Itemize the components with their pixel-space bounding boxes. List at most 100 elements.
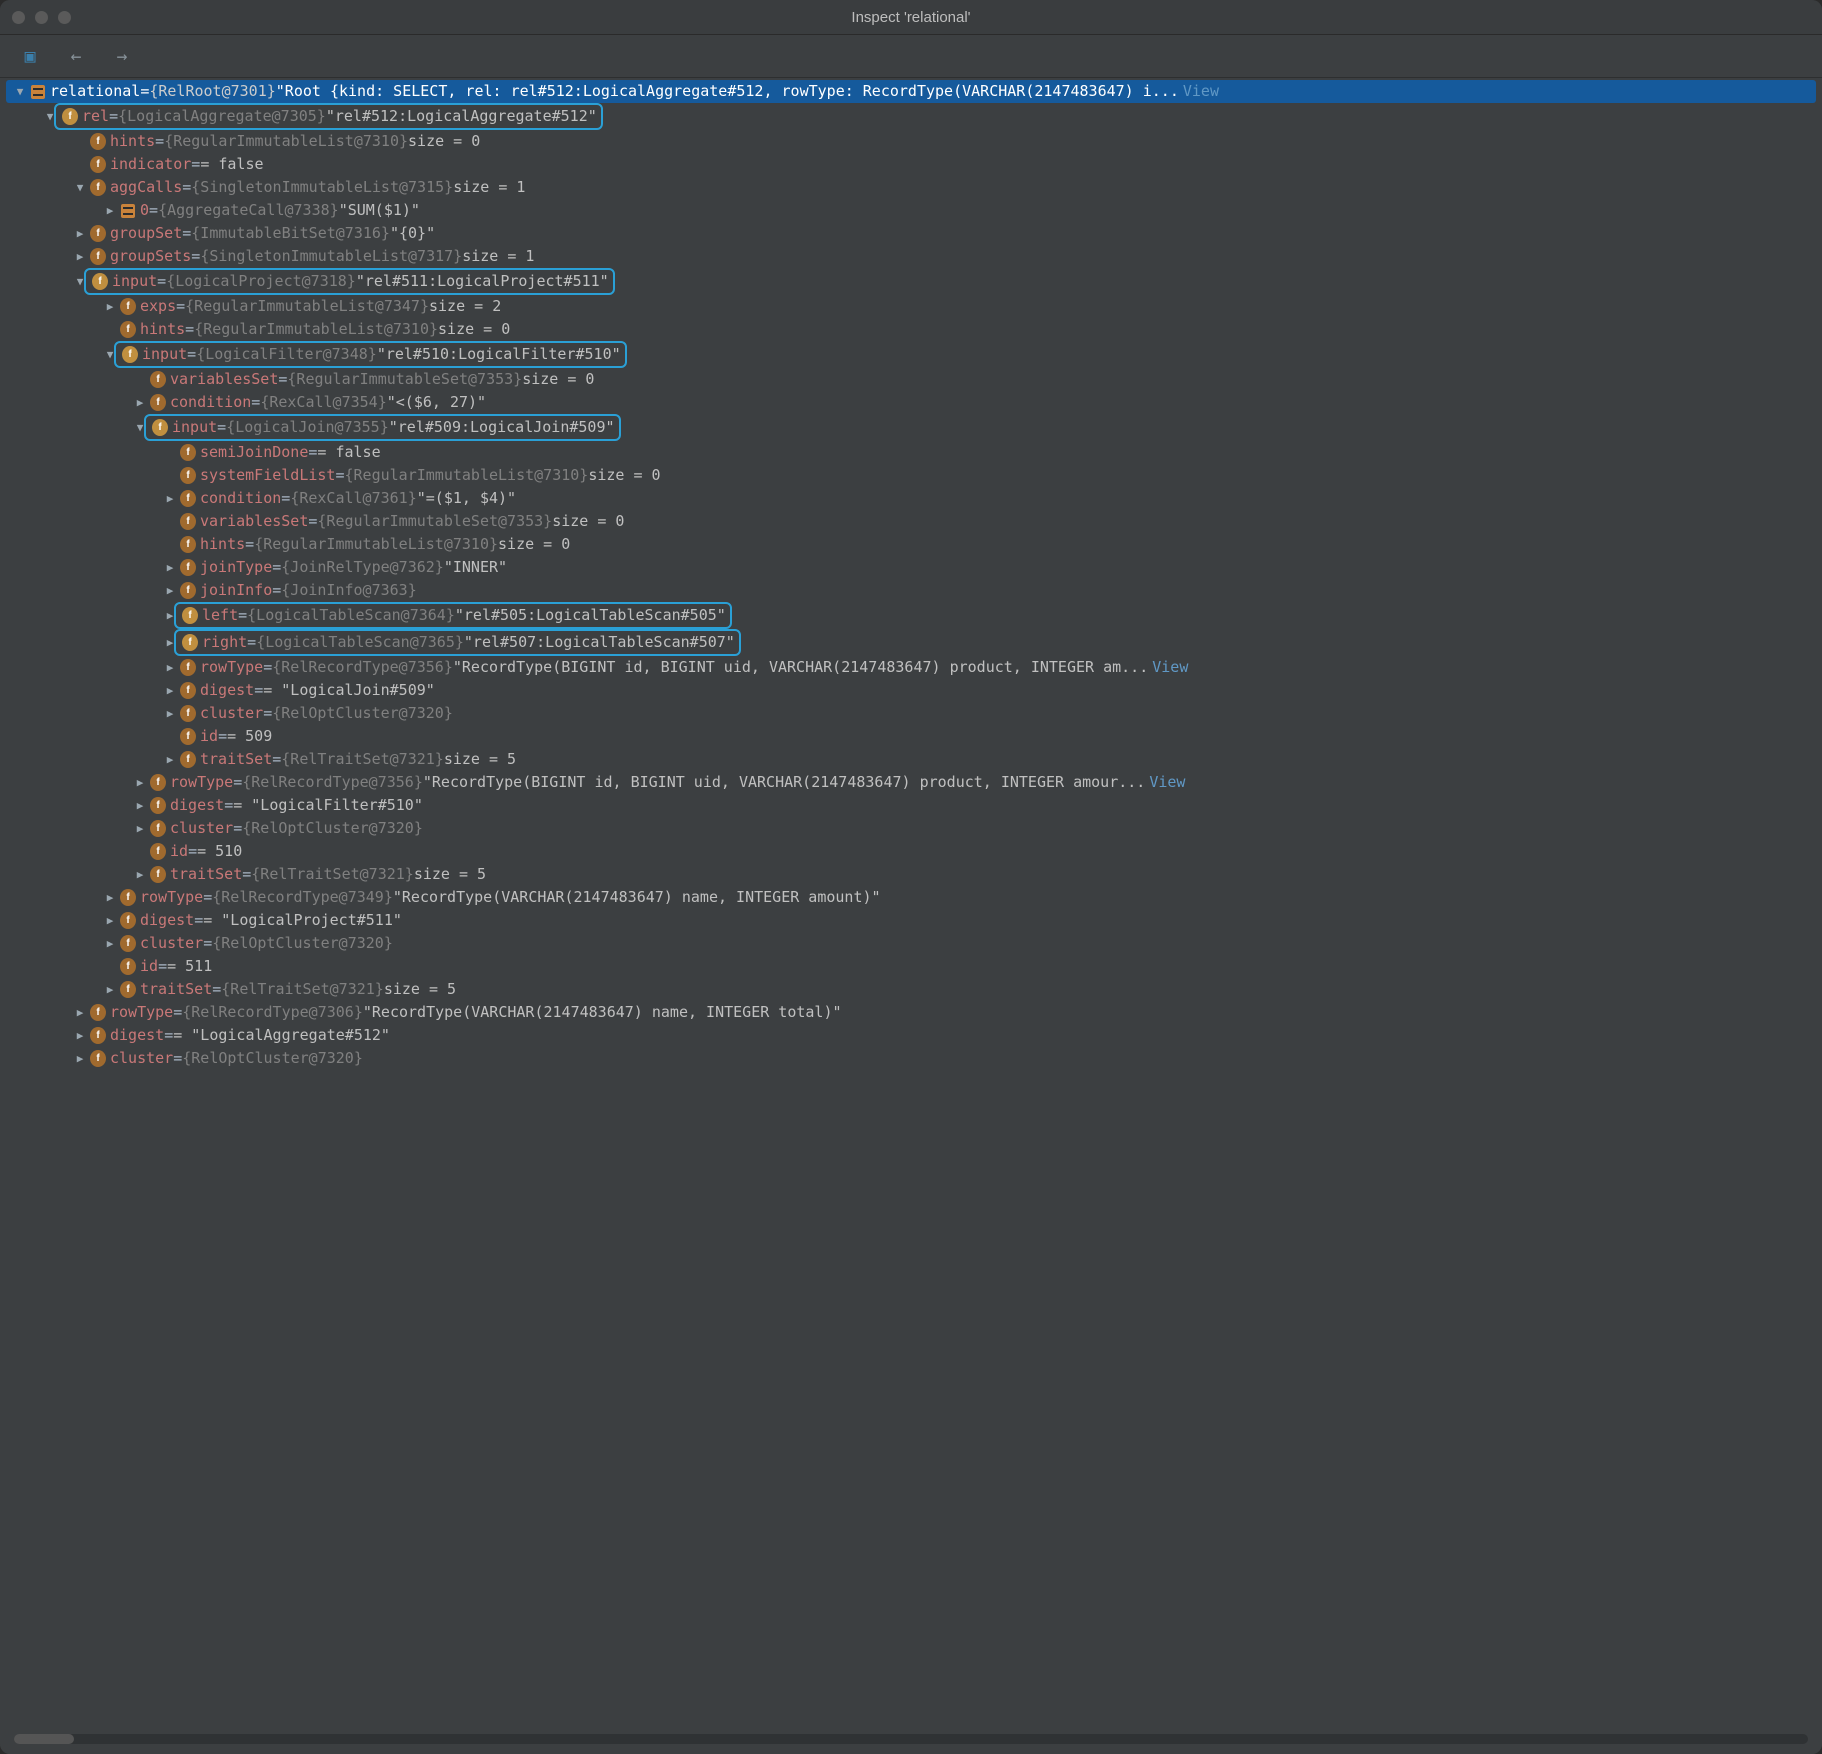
- view-link[interactable]: View: [1183, 80, 1219, 103]
- tree-row[interactable]: ▶traitSet = {RelTraitSet@7321} size = 5: [6, 748, 1816, 771]
- tree-arrow-collapsed[interactable]: ▶: [72, 245, 88, 268]
- field-name: digest: [170, 794, 224, 817]
- scrollbar-thumb[interactable]: [14, 1734, 74, 1744]
- tree-arrow-collapsed[interactable]: ▶: [102, 909, 118, 932]
- tree-row[interactable]: ▶joinInfo = {JoinInfo@7363}: [6, 579, 1816, 602]
- property-icon: [90, 1051, 106, 1067]
- tree-view[interactable]: ▼relational = {RelRoot@7301} "Root {kind…: [0, 78, 1822, 1754]
- type-label: {RegularImmutableList@7347}: [185, 295, 429, 318]
- field-name: groupSets: [110, 245, 191, 268]
- tree-row[interactable]: ▶cluster = {RelOptCluster@7320}: [6, 932, 1816, 955]
- tree-arrow-collapsed[interactable]: ▶: [72, 1001, 88, 1024]
- type-label: {RegularImmutableSet@7353}: [317, 510, 552, 533]
- view-link[interactable]: View: [1149, 771, 1185, 794]
- tree-row[interactable]: ▶cluster = {RelOptCluster@7320}: [6, 817, 1816, 840]
- tree-row[interactable]: ▶digest = = "LogicalProject#511": [6, 909, 1816, 932]
- field-value: = "LogicalAggregate#512": [173, 1024, 390, 1047]
- collapse-all-icon[interactable]: ▣: [22, 48, 38, 64]
- tree-arrow-collapsed[interactable]: ▶: [102, 978, 118, 1001]
- window-controls[interactable]: [12, 11, 71, 24]
- tree-row[interactable]: hints = {RegularImmutableList@7310} size…: [6, 318, 1816, 341]
- tree-arrow-collapsed[interactable]: ▶: [162, 702, 178, 725]
- zoom-icon[interactable]: [58, 11, 71, 24]
- tree-arrow-collapsed[interactable]: ▶: [102, 295, 118, 318]
- tree-row[interactable]: ▶digest = = "LogicalFilter#510": [6, 794, 1816, 817]
- tree-row[interactable]: indicator = = false: [6, 153, 1816, 176]
- tree-row[interactable]: ▶traitSet = {RelTraitSet@7321} size = 5: [6, 863, 1816, 886]
- tree-arrow-collapsed[interactable]: ▶: [72, 1047, 88, 1070]
- tree-row[interactable]: variablesSet = {RegularImmutableSet@7353…: [6, 510, 1816, 533]
- tree-row[interactable]: ▶rowType = {RelRecordType@7306} "RecordT…: [6, 1001, 1816, 1024]
- tree-row[interactable]: ▶groupSet = {ImmutableBitSet@7316} "{0}": [6, 222, 1816, 245]
- property-icon: [90, 157, 106, 173]
- tree-arrow-collapsed[interactable]: ▶: [162, 679, 178, 702]
- tree-arrow-expanded[interactable]: ▼: [72, 176, 88, 199]
- property-icon: [90, 180, 106, 196]
- tree-row[interactable]: ▶rowType = {RelRecordType@7356} "RecordT…: [6, 771, 1816, 794]
- tree-arrow-collapsed[interactable]: ▶: [162, 487, 178, 510]
- tree-arrow-collapsed[interactable]: ▶: [132, 817, 148, 840]
- property-icon: [180, 491, 196, 507]
- tree-row[interactable]: ▼relational = {RelRoot@7301} "Root {kind…: [6, 80, 1816, 103]
- tree-row[interactable]: ▼input = {LogicalFilter@7348} "rel#510:L…: [6, 341, 1816, 368]
- tree-row[interactable]: id = = 509: [6, 725, 1816, 748]
- tree-row[interactable]: id = = 511: [6, 955, 1816, 978]
- type-label: {LogicalAggregate@7305}: [118, 105, 326, 128]
- tree-row[interactable]: ▼input = {LogicalJoin@7355} "rel#509:Log…: [6, 414, 1816, 441]
- horizontal-scrollbar[interactable]: [14, 1734, 1808, 1744]
- view-link[interactable]: View: [1152, 656, 1188, 679]
- tree-row[interactable]: id = = 510: [6, 840, 1816, 863]
- tree-row[interactable]: ▼rel = {LogicalAggregate@7305} "rel#512:…: [6, 103, 1816, 130]
- tree-arrow-expanded[interactable]: ▼: [12, 80, 28, 103]
- close-icon[interactable]: [12, 11, 25, 24]
- tree-arrow-collapsed[interactable]: ▶: [132, 863, 148, 886]
- field-icon: [62, 109, 78, 125]
- field-icon: [182, 608, 198, 624]
- tree-row[interactable]: variablesSet = {RegularImmutableSet@7353…: [6, 368, 1816, 391]
- tree-arrow-collapsed[interactable]: ▶: [102, 886, 118, 909]
- minimize-icon[interactable]: [35, 11, 48, 24]
- tree-row[interactable]: ▶exps = {RegularImmutableList@7347} size…: [6, 295, 1816, 318]
- field-value: "rel#505:LogicalTableScan#505": [455, 604, 726, 627]
- field-name: aggCalls: [110, 176, 182, 199]
- tree-arrow-collapsed[interactable]: ▶: [132, 391, 148, 414]
- tree-arrow-collapsed[interactable]: ▶: [132, 771, 148, 794]
- tree-row[interactable]: ▶traitSet = {RelTraitSet@7321} size = 5: [6, 978, 1816, 1001]
- tree-row[interactable]: hints = {RegularImmutableList@7310} size…: [6, 130, 1816, 153]
- tree-row[interactable]: ▶cluster = {RelOptCluster@7320}: [6, 1047, 1816, 1070]
- tree-row[interactable]: ▶digest = = "LogicalJoin#509": [6, 679, 1816, 702]
- tree-row[interactable]: ▶groupSets = {SingletonImmutableList@731…: [6, 245, 1816, 268]
- tree-row[interactable]: ▶digest = = "LogicalAggregate#512": [6, 1024, 1816, 1047]
- field-name: condition: [170, 391, 251, 414]
- field-name: 0: [140, 199, 149, 222]
- tree-arrow-collapsed[interactable]: ▶: [102, 199, 118, 222]
- tree-arrow-collapsed[interactable]: ▶: [162, 556, 178, 579]
- tree-row[interactable]: ▶condition = {RexCall@7361} "=($1, $4)": [6, 487, 1816, 510]
- tree-row[interactable]: ▶cluster = {RelOptCluster@7320}: [6, 702, 1816, 725]
- tree-row[interactable]: ▼input = {LogicalProject@7318} "rel#511:…: [6, 268, 1816, 295]
- tree-arrow-collapsed[interactable]: ▶: [162, 748, 178, 771]
- tree-row[interactable]: ▶joinType = {JoinRelType@7362} "INNER": [6, 556, 1816, 579]
- tree-arrow-collapsed[interactable]: ▶: [72, 222, 88, 245]
- tree-arrow-collapsed[interactable]: ▶: [72, 1024, 88, 1047]
- type-label: {RelOptCluster@7320}: [272, 702, 453, 725]
- tree-row[interactable]: ▶condition = {RexCall@7354} "<($6, 27)": [6, 391, 1816, 414]
- tree-arrow-collapsed[interactable]: ▶: [162, 656, 178, 679]
- tree-row[interactable]: semiJoinDone = = false: [6, 441, 1816, 464]
- tree-arrow-collapsed[interactable]: ▶: [162, 579, 178, 602]
- forward-icon[interactable]: →: [114, 48, 130, 64]
- tree-arrow-collapsed[interactable]: ▶: [102, 932, 118, 955]
- tree-row[interactable]: ▶0 = {AggregateCall@7338} "SUM($1)": [6, 199, 1816, 222]
- tree-row[interactable]: ▶left = {LogicalTableScan@7364} "rel#505…: [6, 602, 1816, 629]
- back-icon[interactable]: ←: [68, 48, 84, 64]
- tree-row[interactable]: ▶right = {LogicalTableScan@7365} "rel#50…: [6, 629, 1816, 656]
- tree-row[interactable]: ▶rowType = {RelRecordType@7356} "RecordT…: [6, 656, 1816, 679]
- tree-row[interactable]: ▶rowType = {RelRecordType@7349} "RecordT…: [6, 886, 1816, 909]
- tree-row[interactable]: hints = {RegularImmutableList@7310} size…: [6, 533, 1816, 556]
- property-icon: [180, 514, 196, 530]
- tree-row[interactable]: ▼aggCalls = {SingletonImmutableList@7315…: [6, 176, 1816, 199]
- tree-row[interactable]: systemFieldList = {RegularImmutableList@…: [6, 464, 1816, 487]
- property-icon: [150, 867, 166, 883]
- field-value: = false: [317, 441, 380, 464]
- tree-arrow-collapsed[interactable]: ▶: [132, 794, 148, 817]
